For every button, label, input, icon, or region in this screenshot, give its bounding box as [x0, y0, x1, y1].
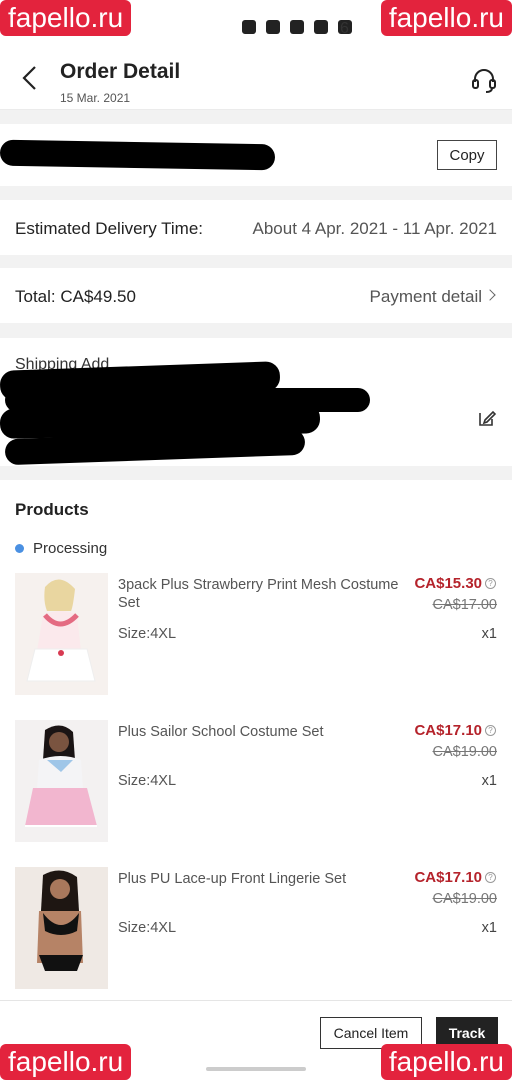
processing-status: Processing [33, 540, 108, 557]
wifi-icon [314, 20, 328, 34]
product-size: Size:4XL [118, 626, 177, 642]
product-price: CA$17.10 [414, 869, 482, 886]
question-icon[interactable]: ? [485, 578, 496, 589]
edit-icon[interactable] [477, 408, 497, 428]
delivery-label: Estimated Delivery Time: [15, 219, 203, 238]
product-price: CA$15.30 [414, 575, 482, 592]
watermark: fapello.ru [0, 1044, 132, 1080]
home-indicator[interactable] [206, 1067, 306, 1071]
product-original-price: CA$19.00 [432, 744, 498, 760]
product-name: Plus Sailor School Costume Set [118, 724, 324, 740]
product-item[interactable]: Plus Sailor School Costume Set Size:4XL … [0, 720, 512, 845]
product-name: 3pack Plus Strawberry Print Mesh Costume… [118, 577, 399, 611]
product-name: Plus PU Lace-up Front Lingerie Set [118, 871, 347, 887]
product-item[interactable]: 3pack Plus Strawberry Print Mesh Costume… [0, 573, 512, 698]
product-thumbnail[interactable] [15, 573, 108, 695]
order-number-card: Copy [0, 124, 512, 186]
delivery-card: Estimated Delivery Time: About 4 Apr. 20… [0, 200, 512, 255]
product-original-price: CA$17.00 [432, 597, 498, 613]
mute-icon [290, 20, 304, 34]
product-size: Size:4XL [118, 920, 177, 936]
battery-text: 6 [340, 20, 349, 37]
product-item[interactable]: Plus PU Lace-up Front Lingerie Set Size:… [0, 867, 512, 992]
product-quantity: x1 [481, 773, 497, 789]
header: Order Detail 15 Mar. 2021 [0, 48, 512, 110]
products-title: Products [15, 500, 89, 519]
product-quantity: x1 [481, 920, 497, 936]
redaction [0, 139, 276, 171]
question-icon[interactable]: ? [485, 725, 496, 736]
payment-detail-link[interactable]: Payment detail [370, 287, 482, 307]
question-icon[interactable]: ? [485, 872, 496, 883]
product-price: CA$17.10 [414, 722, 482, 739]
product-original-price: CA$19.00 [432, 891, 498, 907]
chevron-right-icon [484, 289, 496, 301]
shipping-address-card[interactable]: Shipping Add [0, 338, 512, 466]
delivery-value: About 4 Apr. 2021 - 11 Apr. 2021 [252, 219, 498, 238]
page-title: Order Detail [60, 60, 181, 83]
product-size: Size:4XL [118, 773, 177, 789]
alarm-icon [266, 20, 280, 34]
status-icons [242, 20, 352, 34]
copy-button[interactable]: Copy [437, 140, 497, 170]
processing-status-dot [15, 544, 24, 553]
product-thumbnail[interactable] [15, 720, 108, 842]
order-date: 15 Mar. 2021 [60, 91, 131, 105]
customer-service-icon[interactable] [470, 66, 498, 94]
total-label: Total: CA$49.50 [15, 287, 136, 306]
watermark: fapello.ru [0, 0, 132, 36]
battery-saver-icon [242, 20, 256, 34]
products-card: Products Processing 3pack Plus Strawberr… [0, 480, 512, 1000]
watermark: fapello.ru [380, 0, 512, 36]
total-card[interactable]: Total: CA$49.50 Payment detail [0, 268, 512, 323]
product-quantity: x1 [481, 626, 497, 642]
back-arrow-icon[interactable] [18, 64, 42, 92]
product-thumbnail[interactable] [15, 867, 108, 989]
watermark: fapello.ru [380, 1044, 512, 1080]
